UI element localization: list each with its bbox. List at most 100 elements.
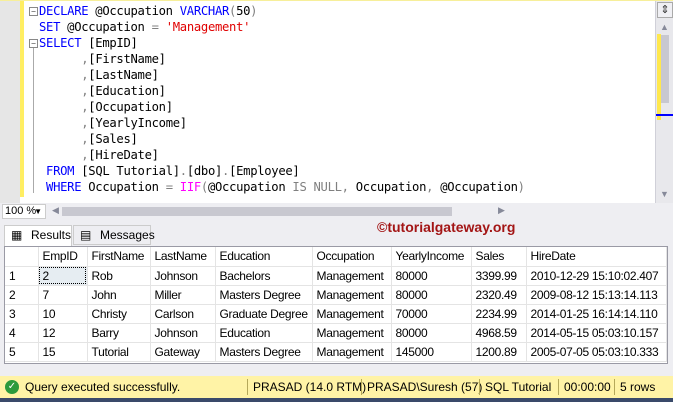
table-cell[interactable]: Management [312,342,392,362]
collapse-icon[interactable]: − [29,7,38,16]
status-elapsed: 00:00:00 [558,379,611,395]
table-cell[interactable]: 2005-07-05 05:03:10.333 [526,342,667,362]
column-header[interactable] [5,247,39,267]
code-token: , [341,180,349,194]
sql-code[interactable]: DECLARE @Occupation VARCHAR(50) SET @Occu… [39,3,525,195]
table-cell[interactable]: 10 [38,304,88,324]
code-token: [LastName] [88,68,159,82]
status-server: PRASAD (14.0 RTM) [247,379,366,395]
table-cell[interactable]: Management [312,304,392,324]
tab-results[interactable]: ▦ Results [4,225,72,246]
caret-marker [656,114,673,116]
row-number[interactable]: 4 [5,323,39,343]
table-cell[interactable]: 2010-12-29 15:10:02.407 [526,266,667,286]
table-cell[interactable]: 80000 [391,323,472,343]
table-cell[interactable]: 2009-08-12 15:13:14.113 [526,285,667,305]
scroll-left-icon[interactable]: ◀ [52,205,59,216]
change-marker [657,34,661,120]
table-cell[interactable]: John [87,285,151,305]
table-cell[interactable]: 2234.99 [471,304,527,324]
table-cell[interactable]: Johnson [150,323,216,343]
table-cell[interactable]: Johnson [150,266,216,286]
row-number[interactable]: 5 [5,342,39,362]
row-number[interactable]: 3 [5,304,39,324]
query-editor[interactable]: − − DECLARE @Occupation VARCHAR(50) SET @… [0,0,673,204]
table-cell[interactable]: Christy [87,304,151,324]
results-grid[interactable]: EmpID FirstName LastName Education Occupatio… [4,246,668,364]
table-row[interactable]: 2 7 John Miller Masters Degree Management 8000… [5,285,667,305]
code-token: [Education] [88,84,166,98]
table-row[interactable]: 3 10 Christy Carlson Graduate Degree Manageme… [5,304,667,324]
status-message: Query executed successfully. [25,380,181,394]
table-cell[interactable]: 2014-05-15 05:03:10.157 [526,323,667,343]
table-cell[interactable]: 15 [38,342,88,362]
table-row[interactable]: 1 2 Rob Johnson Bachelors Management 80000 3399… [5,266,667,286]
tab-messages[interactable]: ▤ Messages [73,225,155,245]
code-line: FROM [SQL Tutorial].[dbo].[Employee] [39,163,525,179]
column-header[interactable]: YearlyIncome [391,247,472,267]
split-icon[interactable]: ⇕ [657,2,673,18]
code-token: IIF [179,180,201,194]
table-cell[interactable]: 2 [38,266,88,286]
table-cell[interactable]: Education [215,323,313,343]
code-line: SELECT [EmpID] [39,35,525,51]
table-cell[interactable]: Gateway [150,342,216,362]
table-cell[interactable]: 80000 [391,285,472,305]
table-cell[interactable]: 12 [38,323,88,343]
code-token: [EmpID] [81,36,138,50]
table-cell[interactable]: Barry [87,323,151,343]
column-header[interactable]: EmpID [38,247,88,267]
column-header[interactable]: HireDate [526,247,667,267]
success-check-icon: ✓ [5,380,19,394]
code-token: IS NULL [292,180,342,194]
table-cell[interactable]: Tutorial [87,342,151,362]
column-header[interactable]: Sales [471,247,527,267]
grid-icon: ▦ [11,228,23,242]
table-cell[interactable]: 2320.49 [471,285,527,305]
code-line: ,[Occupation] [39,99,525,115]
scroll-right-icon[interactable]: ▶ [498,205,505,216]
table-cell[interactable]: Carlson [150,304,216,324]
horizontal-scrollbar[interactable]: ◀ ▶ [50,205,655,218]
table-cell[interactable]: 4968.59 [471,323,527,343]
table-cell[interactable]: Bachelors [215,266,313,286]
scroll-thumb[interactable] [62,207,452,216]
row-number[interactable]: 1 [5,266,39,286]
table-cell[interactable]: Masters Degree [215,342,313,362]
table-cell[interactable]: 2014-01-25 16:14:14.110 [526,304,667,324]
table-cell[interactable]: Miller [150,285,216,305]
code-token: ) [250,4,258,18]
table-cell[interactable]: Rob [87,266,151,286]
table-cell[interactable]: Management [312,266,392,286]
table-row[interactable]: 5 15 Tutorial Gateway Masters Degree Manageme… [5,342,667,362]
table-cell[interactable]: Management [312,323,392,343]
table-cell[interactable]: 7 [38,285,88,305]
code-token: [YearlyIncome] [88,116,187,130]
table-row[interactable]: 4 12 Barry Johnson Education Management 80000 4… [5,323,667,343]
zoom-select[interactable]: 100 % ▼ [2,204,46,219]
scroll-up-icon[interactable]: ▲ [660,22,669,32]
scroll-thumb[interactable] [660,35,669,103]
table-cell[interactable]: 3399.99 [471,266,527,286]
collapse-icon[interactable]: − [29,39,38,48]
table-cell[interactable]: Management [312,285,392,305]
table-cell[interactable]: 1200.89 [471,342,527,362]
column-header[interactable]: FirstName [87,247,151,267]
code-token: 'Management' [165,20,251,34]
vertical-scrollbar[interactable]: ⇕ ▲ ▼ [655,1,673,204]
table-cell[interactable]: 80000 [391,266,472,286]
code-token: [Occupation] [88,100,173,114]
row-number[interactable]: 2 [5,285,39,305]
table-cell[interactable]: 145000 [391,342,472,362]
table-cell[interactable]: Graduate Degree [215,304,313,324]
code-token: WHERE [39,180,82,194]
column-header[interactable]: Education [215,247,313,267]
column-header[interactable]: Occupation [312,247,392,267]
editor-gutter [0,1,20,204]
scroll-down-icon[interactable]: ▼ [660,189,669,199]
table-cell[interactable]: 70000 [391,304,472,324]
table-cell[interactable]: Masters Degree [215,285,313,305]
column-header[interactable]: LastName [150,247,216,267]
